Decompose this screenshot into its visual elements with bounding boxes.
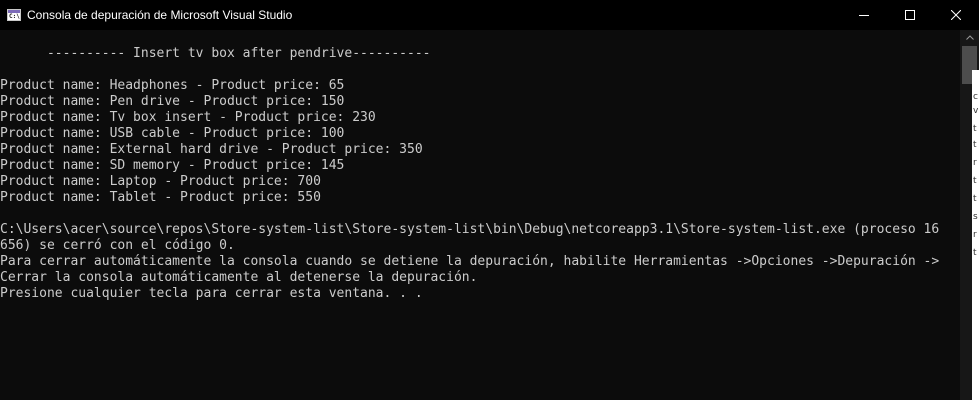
- product-line: Product name: External hard drive - Prod…: [0, 142, 423, 157]
- product-line: Product name: USB cable - Product price:…: [0, 126, 345, 141]
- product-line: Product name: Laptop - Product price: 70…: [0, 174, 321, 189]
- background-glyph: c: [973, 92, 978, 102]
- console-app-icon: C:\: [7, 9, 21, 21]
- background-glyph: r: [973, 158, 977, 168]
- debug-console-window: C:\ Consola de depuración de Microsoft V…: [0, 0, 979, 400]
- minimize-button[interactable]: [841, 0, 887, 30]
- product-line: Product name: Headphones - Product price…: [0, 78, 345, 93]
- maximize-icon: [905, 10, 915, 20]
- product-line: Product name: SD memory - Product price:…: [0, 158, 345, 173]
- maximize-button[interactable]: [887, 0, 933, 30]
- auto-close-option-line: Cerrar la consola automáticamente al det…: [0, 270, 478, 285]
- close-button[interactable]: [933, 0, 979, 30]
- auto-close-hint-line: Para cerrar automáticamente la consola c…: [0, 254, 940, 269]
- exit-code-line: 656) se cerró con el código 0.: [0, 238, 235, 253]
- console-output[interactable]: ---------- Insert tv box after pendrive-…: [0, 30, 960, 400]
- background-glyph: t: [973, 194, 977, 204]
- window-title: Consola de depuración de Microsoft Visua…: [27, 8, 293, 22]
- press-any-key-line: Presione cualquier tecla para cerrar est…: [0, 286, 423, 301]
- title-bar[interactable]: C:\ Consola de depuración de Microsoft V…: [0, 0, 979, 30]
- minimize-icon: [859, 15, 869, 16]
- app-icon-glyph: C:\: [9, 13, 20, 20]
- exit-path-line: C:\Users\acer\source\repos\Store-system-…: [0, 222, 940, 237]
- product-line: Product name: Tv box insert - Product pr…: [0, 110, 376, 125]
- chevron-up-icon: [965, 34, 974, 40]
- close-icon: [951, 10, 961, 20]
- window-controls: [841, 0, 979, 30]
- background-glyph: t: [973, 124, 977, 134]
- background-glyph: t: [973, 248, 977, 258]
- console-header-line: ---------- Insert tv box after pendrive-…: [0, 46, 431, 61]
- background-glyph: s: [973, 212, 978, 222]
- background-glyph: r: [973, 230, 977, 240]
- background-glyph: t: [973, 140, 977, 150]
- background-glyph: v: [973, 106, 979, 116]
- scroll-up-button[interactable]: [960, 30, 979, 44]
- background-glyph: t: [973, 176, 977, 186]
- product-line: Product name: Tablet - Product price: 55…: [0, 190, 321, 205]
- product-line: Product name: Pen drive - Product price:…: [0, 94, 345, 109]
